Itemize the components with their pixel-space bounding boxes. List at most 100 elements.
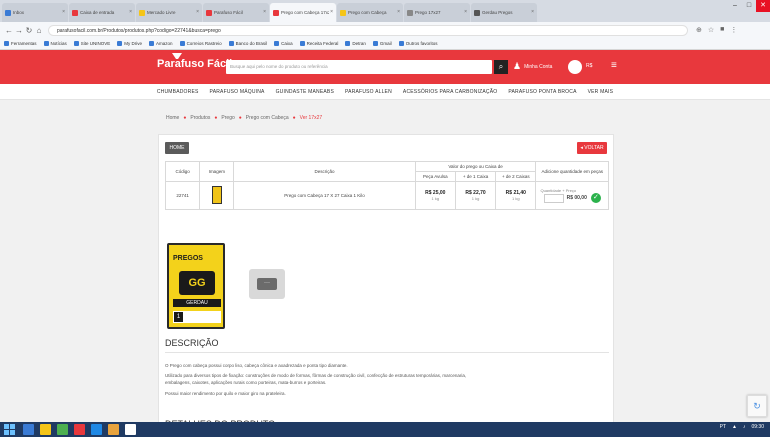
bookmark-item[interactable]: Detran bbox=[345, 41, 366, 46]
tray-item[interactable]: ♪ bbox=[743, 424, 746, 430]
search-input[interactable]: Busque aqui pelo nome do produto ou refe… bbox=[226, 60, 492, 74]
more-images-button[interactable]: ··· bbox=[249, 269, 285, 299]
extension-icon[interactable]: ■ bbox=[720, 26, 724, 34]
tab-label: Prego com Cabeça bbox=[348, 10, 387, 15]
tab-close-icon[interactable]: × bbox=[196, 9, 199, 15]
description-line: O Prego com cabeça possui corpo liso, ca… bbox=[165, 363, 348, 368]
tab-label: Prego 17x27 bbox=[415, 10, 441, 15]
os-taskbar: PT ▲ ♪ 09:30 bbox=[0, 422, 770, 437]
breadcrumb-item[interactable]: Produtos bbox=[190, 115, 210, 121]
account-link[interactable]: ♟ Minha Conta bbox=[513, 61, 552, 72]
minimize-icon[interactable]: – bbox=[728, 0, 742, 12]
folder-icon[interactable] bbox=[40, 424, 51, 435]
bookmark-icon bbox=[398, 41, 404, 46]
back-arrow-icon[interactable]: ← bbox=[4, 26, 14, 35]
back-button[interactable]: ◂ VOLTAR bbox=[577, 142, 607, 154]
breadcrumb-item[interactable]: Prego bbox=[221, 115, 234, 121]
tray-item[interactable]: ▲ bbox=[732, 424, 737, 430]
breadcrumb-item[interactable]: Prego com Cabeça bbox=[246, 115, 289, 121]
col-description: Descrição bbox=[233, 161, 416, 182]
browser-tab[interactable]: Prego 17x27 × bbox=[404, 3, 470, 22]
star-icon[interactable]: ☆ bbox=[708, 26, 714, 34]
browser-tab[interactable]: Prego com Cabeça × bbox=[337, 3, 403, 22]
zoom-icon[interactable]: ⊕ bbox=[696, 26, 702, 34]
tab-close-icon[interactable]: × bbox=[62, 9, 65, 15]
menu-dots-icon[interactable]: ⋮ bbox=[730, 26, 737, 34]
category-nav-item[interactable]: PARAFUSO MÁQUINA bbox=[210, 89, 265, 95]
bookmark-item[interactable]: Correios Rastreio bbox=[179, 41, 222, 46]
account-label: Minha Conta bbox=[524, 63, 553, 70]
maximize-icon[interactable]: □ bbox=[742, 0, 756, 12]
breadcrumb-item[interactable]: Home bbox=[166, 115, 179, 121]
ie-icon[interactable] bbox=[23, 424, 34, 435]
bookmark-icon bbox=[345, 41, 351, 46]
bookmark-icon bbox=[149, 41, 155, 46]
search-button[interactable]: ⌕ bbox=[494, 60, 508, 74]
home-icon[interactable]: ⌂ bbox=[34, 26, 44, 35]
browser-tab[interactable]: Parafuso Fácil × bbox=[203, 3, 269, 22]
site-logo[interactable]: Parafuso Fácil bbox=[157, 58, 232, 70]
category-nav-item[interactable]: PARAFUSO ALLEN bbox=[345, 89, 392, 95]
bookmark-icon bbox=[117, 41, 123, 46]
store-icon[interactable] bbox=[57, 424, 68, 435]
add-to-cart-button[interactable]: ✓ bbox=[590, 193, 601, 203]
category-nav-item[interactable]: PARAFUSO PONTA BROCA bbox=[508, 89, 576, 95]
tab-favicon-icon bbox=[139, 9, 145, 16]
bookmark-item[interactable]: Caixa bbox=[274, 41, 293, 46]
tab-close-icon[interactable]: × bbox=[397, 9, 400, 15]
tab-close-icon[interactable]: × bbox=[330, 9, 333, 15]
cart-icon[interactable] bbox=[568, 60, 582, 74]
browser-tab[interactable]: Gerdau Pregos × bbox=[471, 3, 537, 22]
tray-item[interactable]: 09:30 bbox=[751, 424, 764, 430]
chrome-icon[interactable] bbox=[108, 424, 119, 435]
product-thumbnail[interactable] bbox=[199, 181, 235, 210]
bookmark-item[interactable]: Ferramentas bbox=[4, 41, 37, 46]
category-nav-item[interactable]: ACESSÓRIOS PARA CARBONIZAÇÃO bbox=[403, 89, 497, 95]
category-nav-item[interactable]: CHUMBADORES bbox=[157, 89, 199, 95]
tab-label: Gerdau Pregos bbox=[482, 10, 513, 15]
product-main-image[interactable]: PREGOS GG GERDAU 1 bbox=[167, 243, 225, 329]
bookmark-item[interactable]: Gmail bbox=[372, 41, 392, 46]
bookmark-item[interactable]: My Drive bbox=[117, 41, 142, 46]
price-single-unit: 1 kg bbox=[431, 196, 440, 201]
browser-tab[interactable]: Inbox × bbox=[2, 3, 68, 22]
close-window-icon[interactable]: ✕ bbox=[756, 0, 770, 12]
quantity-input[interactable] bbox=[543, 193, 564, 203]
tab-close-icon[interactable]: × bbox=[531, 9, 534, 15]
bookmark-item[interactable]: Receita Federal bbox=[299, 41, 338, 46]
category-nav-item[interactable]: GUINDASTE MANEABS bbox=[276, 89, 334, 95]
bookmark-item[interactable]: Outros favoritos bbox=[398, 41, 437, 46]
bookmark-label: Correios Rastreio bbox=[186, 41, 222, 46]
media-icon[interactable] bbox=[74, 424, 85, 435]
forward-arrow-icon[interactable]: → bbox=[14, 26, 24, 35]
category-nav-item[interactable]: VER MAIS bbox=[588, 89, 614, 95]
bookmark-item[interactable]: Amazon bbox=[149, 41, 173, 46]
hamburger-menu-icon[interactable]: ≡ bbox=[611, 60, 617, 71]
tab-close-icon[interactable]: × bbox=[464, 9, 467, 15]
url-input[interactable]: parafusofacil.com.br/Produtos/produtos.p… bbox=[48, 24, 688, 36]
package-brand: PREGOS bbox=[173, 255, 203, 262]
recaptcha-badge[interactable]: ↻ bbox=[747, 395, 767, 417]
page-content: Home ● Produtos ● Prego ● Prego com Cabeça ● Ver… bbox=[0, 100, 770, 429]
category-nav: CHUMBADORES PARAFUSO MÁQUINA GUINDASTE MAN… bbox=[0, 84, 770, 100]
product-thumb-image bbox=[211, 186, 222, 204]
word-icon[interactable] bbox=[91, 424, 102, 435]
tab-close-icon[interactable]: × bbox=[263, 9, 266, 15]
quantity-cell: Quantidade + Preço R$ 00,00 ✓ bbox=[535, 181, 609, 210]
tray-item[interactable]: PT bbox=[720, 424, 726, 430]
description-line: Possui maior rendimento por quilo e maio… bbox=[165, 391, 286, 396]
bookmark-item[interactable]: Banco do Brasil bbox=[228, 41, 267, 46]
bookmark-label: Caixa bbox=[281, 41, 293, 46]
more-dots-icon: ··· bbox=[257, 278, 277, 290]
tab-close-icon[interactable]: × bbox=[129, 9, 132, 15]
bookmark-item[interactable]: Site UNINOVE bbox=[73, 41, 110, 46]
reload-icon[interactable]: ↻ bbox=[24, 26, 34, 35]
document-icon[interactable] bbox=[125, 424, 136, 435]
browser-tab[interactable]: Mercado Livre × bbox=[136, 3, 202, 22]
breadcrumb-item: Ver 17x27 bbox=[299, 115, 323, 121]
browser-tab[interactable]: Prego com Cabeça 17x27 × bbox=[270, 3, 336, 22]
browser-tab[interactable]: Caixa de entrada × bbox=[69, 3, 135, 22]
windows-start-icon[interactable] bbox=[4, 424, 15, 435]
bookmark-item[interactable]: Notícias bbox=[43, 41, 67, 46]
home-button[interactable]: HOME bbox=[165, 142, 189, 154]
